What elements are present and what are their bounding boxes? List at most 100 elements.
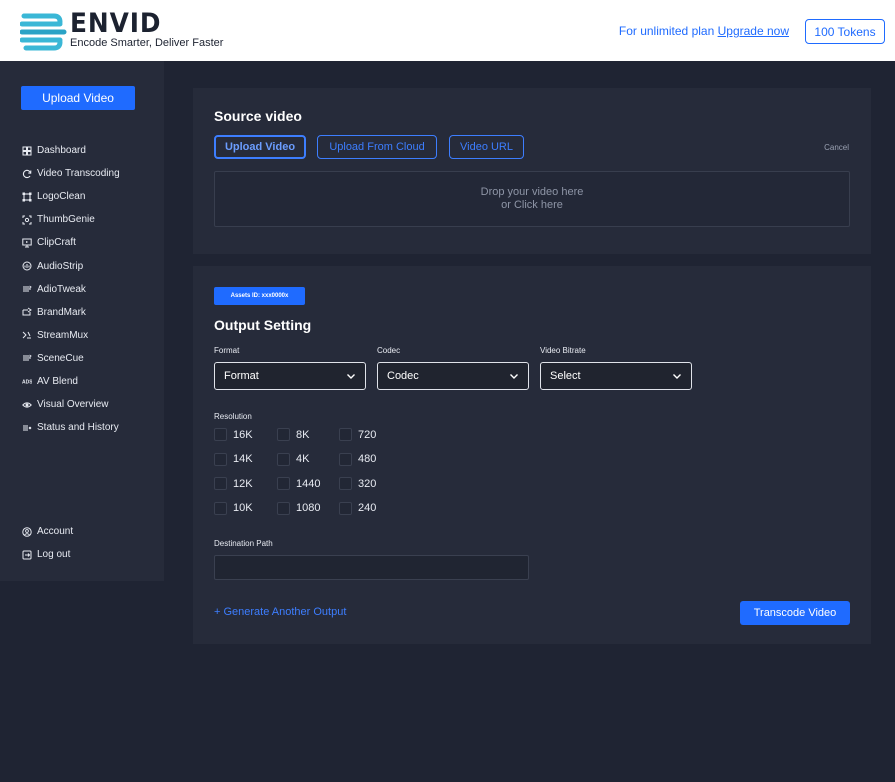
sidebar-item-label: Account xyxy=(37,526,74,538)
sidebar-nav: Dashboard Video Transcoding LogoClean Thumb… xyxy=(22,139,162,439)
sidebar-item-streammux[interactable]: StreamMux xyxy=(22,324,162,347)
tab-upload-video[interactable]: Upload Video xyxy=(214,135,306,159)
destination-label: Destination Path xyxy=(214,539,273,548)
resolution-label-text: 320 xyxy=(358,477,377,490)
sidebar: Upload Video Dashboard Video Transcoding L… xyxy=(0,61,164,581)
sidebar-item-thumbgenie[interactable]: ThumbGenie xyxy=(22,208,162,231)
output-title: Output Setting xyxy=(214,317,312,333)
list-check-icon xyxy=(22,423,32,433)
resolution-label-text: 1080 xyxy=(296,502,321,514)
format-value: Format xyxy=(224,370,259,382)
sidebar-item-dashboard[interactable]: Dashboard xyxy=(22,139,162,162)
sidebar-bottom-nav: Account Log out xyxy=(22,520,162,566)
resolution-checkbox[interactable] xyxy=(339,501,352,515)
sidebar-item-log-out[interactable]: Log out xyxy=(22,543,162,566)
sidebar-item-logoclean[interactable]: LogoClean xyxy=(22,185,162,208)
resolution-option[interactable]: 1080 xyxy=(277,501,321,515)
av-icon: ADS xyxy=(22,376,32,386)
resolution-checkbox[interactable] xyxy=(214,477,227,490)
sidebar-item-video-transcoding[interactable]: Video Transcoding xyxy=(22,162,162,185)
sidebar-upload-button[interactable]: Upload Video xyxy=(21,86,135,110)
resolution-checkbox[interactable] xyxy=(214,501,227,515)
resolution-label-text: 8K xyxy=(296,428,310,441)
resolution-checkbox[interactable] xyxy=(339,428,352,441)
sidebar-item-label: AdioTweak xyxy=(37,283,86,295)
sidebar-item-scenecue[interactable]: SceneCue xyxy=(22,347,162,370)
resolution-option[interactable]: 10K xyxy=(214,501,253,515)
sidebar-item-label: AV Blend xyxy=(37,375,78,387)
bitrate-value: Select xyxy=(550,370,581,382)
codec-value: Codec xyxy=(387,370,419,382)
output-setting-panel: Assets ID: xxx0000x Output Setting Forma… xyxy=(193,266,871,644)
crop-icon xyxy=(22,192,32,202)
transcode-video-button[interactable]: Transcode Video xyxy=(740,601,850,625)
resolution-label-text: 12K xyxy=(233,477,253,490)
sidebar-item-av-blend[interactable]: ADS AV Blend xyxy=(22,370,162,393)
resolution-option[interactable]: 720 xyxy=(339,428,376,441)
sidebar-item-label: SceneCue xyxy=(37,352,84,364)
eye-icon xyxy=(22,400,32,410)
destination-path-input[interactable] xyxy=(214,555,529,580)
resolution-checkbox[interactable] xyxy=(214,428,227,441)
resolution-option[interactable]: 320 xyxy=(339,477,376,490)
top-header: ENVID Encode Smarter, Deliver Faster For… xyxy=(0,0,895,61)
sidebar-item-brandmark[interactable]: BrandMark xyxy=(22,301,162,324)
user-icon xyxy=(22,526,32,537)
chevron-down-icon xyxy=(673,374,681,379)
resolution-checkbox[interactable] xyxy=(277,452,290,466)
resolution-label-text: 720 xyxy=(358,428,377,441)
sidebar-item-label: LogoClean xyxy=(37,191,86,203)
resolution-option[interactable]: 16K xyxy=(214,428,253,441)
sidebar-item-label: AudioStrip xyxy=(37,260,84,272)
resolution-option[interactable]: 14K xyxy=(214,452,253,466)
upgrade-link[interactable]: Upgrade now xyxy=(718,24,789,38)
sidebar-item-label: Log out xyxy=(37,549,71,561)
resolution-checkbox[interactable] xyxy=(339,452,352,466)
sidebar-item-label: ClipCraft xyxy=(37,237,76,249)
resolution-label-text: 14K xyxy=(233,453,253,465)
resolution-checkbox[interactable] xyxy=(214,452,227,466)
resolution-label-text: 16K xyxy=(233,428,253,441)
resolution-checkbox[interactable] xyxy=(277,501,290,515)
resolution-checkbox[interactable] xyxy=(277,477,290,490)
sidebar-item-label: Visual Overview xyxy=(37,399,109,411)
sidebar-item-label: StreamMux xyxy=(37,329,89,341)
format-select[interactable]: Format xyxy=(214,362,366,390)
sidebar-item-status-and-history[interactable]: Status and History xyxy=(22,416,162,439)
video-dropzone[interactable]: Drop your video here or Click here xyxy=(214,171,850,227)
resolution-option[interactable]: 4K xyxy=(277,452,309,466)
sidebar-item-audiostrip[interactable]: AudioStrip xyxy=(22,254,162,277)
resolution-option[interactable]: 8K xyxy=(277,428,309,441)
resolution-label-text: 10K xyxy=(233,502,253,514)
lines-icon xyxy=(22,284,32,294)
resolution-checkbox[interactable] xyxy=(339,477,352,490)
chevron-down-icon xyxy=(347,374,355,379)
tab-video-url[interactable]: Video URL xyxy=(449,135,524,159)
brand-tagline: Encode Smarter, Deliver Faster xyxy=(70,37,224,49)
sidebar-item-account[interactable]: Account xyxy=(22,520,162,543)
brand-icon xyxy=(22,307,32,317)
resolution-option[interactable]: 1440 xyxy=(277,477,320,490)
generate-another-output-link[interactable]: + Generate Another Output xyxy=(214,606,346,618)
sidebar-item-label: Video Transcoding xyxy=(37,168,120,180)
sidebar-item-label: Status and History xyxy=(37,422,119,434)
resolution-option[interactable]: 240 xyxy=(339,501,376,515)
dropzone-line2: or Click here xyxy=(501,199,563,211)
tokens-button[interactable]: 100 Tokens xyxy=(805,19,885,44)
sidebar-item-adiotweak[interactable]: AdioTweak xyxy=(22,278,162,301)
codec-label: Codec xyxy=(377,346,401,355)
resolution-option[interactable]: 480 xyxy=(339,452,376,466)
resolution-option[interactable]: 12K xyxy=(214,477,253,490)
resolution-checkbox[interactable] xyxy=(277,428,290,441)
scan-icon xyxy=(22,215,32,225)
bitrate-select[interactable]: Select xyxy=(540,362,692,390)
upgrade-prefix: For unlimited plan xyxy=(618,24,715,38)
tab-upload-from-cloud[interactable]: Upload From Cloud xyxy=(317,135,437,159)
cancel-link[interactable]: Cancel xyxy=(824,143,849,152)
codec-select[interactable]: Codec xyxy=(377,362,529,390)
sidebar-item-clipcraft[interactable]: ClipCraft xyxy=(22,231,162,254)
svg-text:ADS: ADS xyxy=(22,380,32,386)
sidebar-item-label: ThumbGenie xyxy=(37,214,95,226)
resolution-label: Resolution xyxy=(214,412,252,421)
sidebar-item-visual-overview[interactable]: Visual Overview xyxy=(22,393,162,416)
